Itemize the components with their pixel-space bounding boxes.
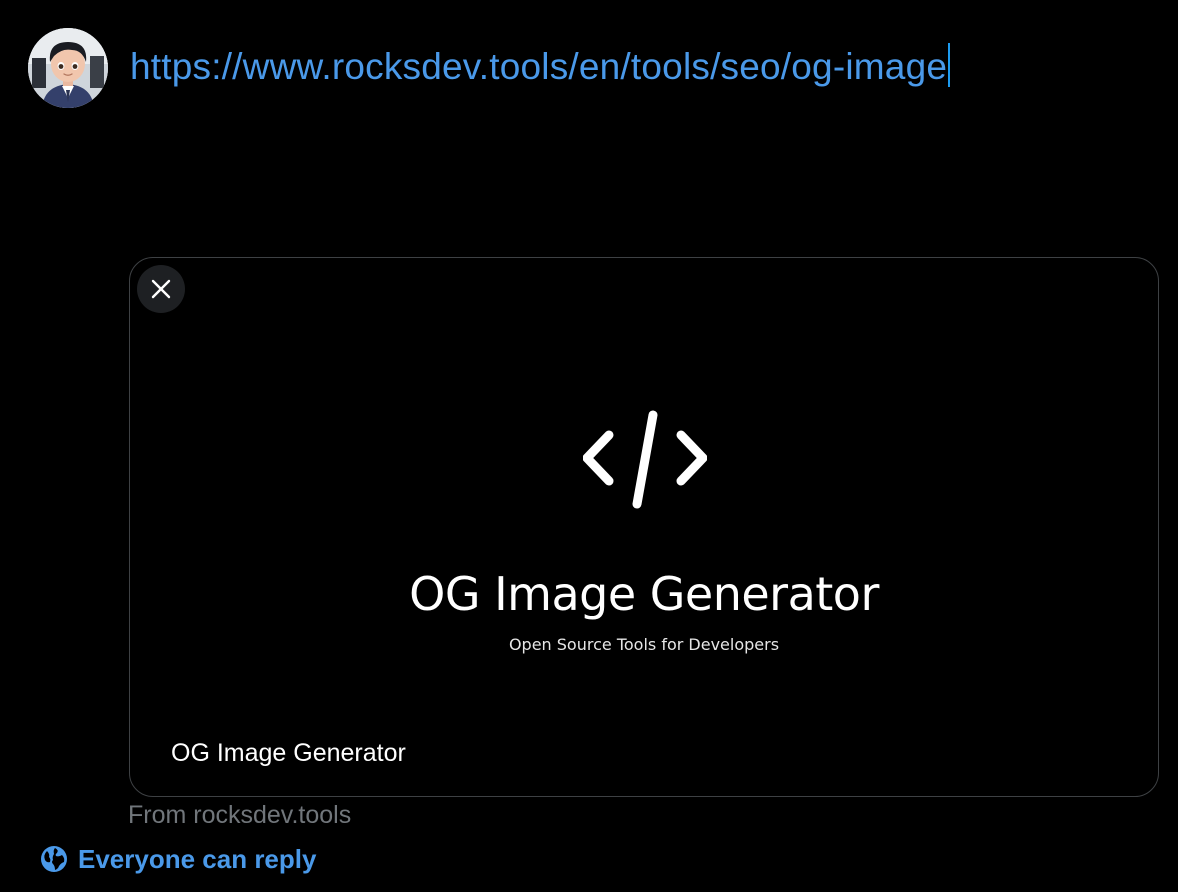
- og-image-preview: OG Image Generator Open Source Tools for…: [130, 258, 1158, 796]
- remove-card-button[interactable]: [137, 265, 185, 313]
- tweet-composer: https://www.rocksdev.tools/en/tools/seo/…: [0, 0, 1178, 892]
- avatar[interactable]: [28, 28, 108, 108]
- reply-permission-label: Everyone can reply: [78, 844, 317, 874]
- code-brackets-icon: [583, 410, 707, 509]
- og-image-subtitle: Open Source Tools for Developers: [508, 635, 780, 654]
- reply-permission-button[interactable]: Everyone can reply: [40, 842, 316, 876]
- text-caret: [948, 43, 951, 87]
- card-title-label: OG Image Generator: [171, 739, 406, 767]
- globe-icon: [41, 846, 67, 872]
- tweet-text-input[interactable]: https://www.rocksdev.tools/en/tools/seo/…: [130, 42, 951, 92]
- close-icon: [151, 279, 171, 299]
- og-image-title: OG Image Generator: [409, 567, 879, 621]
- link-preview-card[interactable]: OG Image Generator Open Source Tools for…: [129, 257, 1159, 797]
- card-source-domain: From rocksdev.tools: [128, 801, 352, 829]
- tweet-text: https://www.rocksdev.tools/en/tools/seo/…: [130, 46, 948, 87]
